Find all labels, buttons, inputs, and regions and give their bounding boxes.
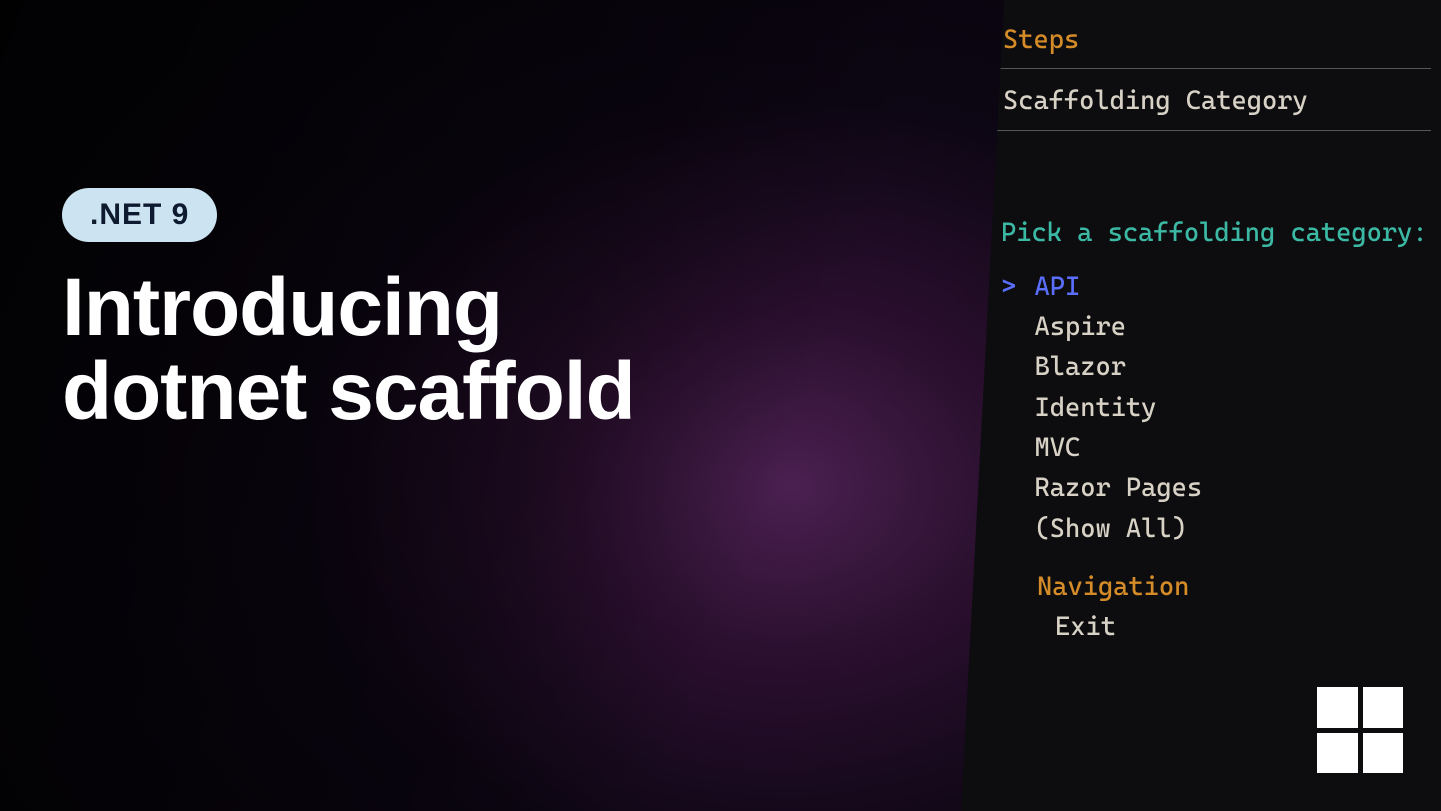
selection-caret-icon: > xyxy=(1001,267,1019,307)
divider xyxy=(991,130,1431,131)
menu-item-aspire[interactable]: Aspire xyxy=(1001,307,1441,347)
terminal-prompt: Pick a scaffolding category: xyxy=(1001,213,1441,253)
menu-item-label: (Show All) xyxy=(1035,514,1187,544)
menu-item-label: MVC xyxy=(1035,433,1081,463)
title-line-1: Introducing xyxy=(62,262,502,353)
menu-item-identity[interactable]: Identity xyxy=(1001,388,1441,428)
steps-label: Steps xyxy=(1003,20,1441,60)
menu-item-label: Aspire xyxy=(1035,312,1126,342)
version-badge: .NET 9 xyxy=(62,188,217,242)
menu-item-label: Exit xyxy=(1055,612,1116,642)
menu-item-razor-pages[interactable]: Razor Pages xyxy=(1001,468,1441,508)
navigation-label: Navigation xyxy=(1037,567,1441,607)
title-line-2: dotnet scaffold xyxy=(62,346,635,437)
menu-item-label: Identity xyxy=(1035,393,1157,423)
menu-item-api[interactable]: > API xyxy=(1001,267,1441,307)
menu-item-exit[interactable]: Exit xyxy=(1055,607,1441,647)
section-title: Scaffolding Category xyxy=(1003,81,1441,121)
microsoft-logo-icon xyxy=(1317,687,1403,773)
menu-item-mvc[interactable]: MVC xyxy=(1001,428,1441,468)
menu-item-blazor[interactable]: Blazor xyxy=(1001,347,1441,387)
menu-item-show-all[interactable]: (Show All) xyxy=(1001,509,1441,549)
menu-item-label: Razor Pages xyxy=(1035,473,1203,503)
promo-title: Introducing dotnet scaffold xyxy=(62,266,635,433)
menu-item-label: Blazor xyxy=(1035,352,1126,382)
divider xyxy=(991,68,1431,69)
menu-item-label: API xyxy=(1035,272,1081,302)
category-menu[interactable]: > API Aspire Blazor Identity MVC Razor P… xyxy=(1001,267,1441,549)
promo-left-content: .NET 9 Introducing dotnet scaffold xyxy=(62,188,635,433)
